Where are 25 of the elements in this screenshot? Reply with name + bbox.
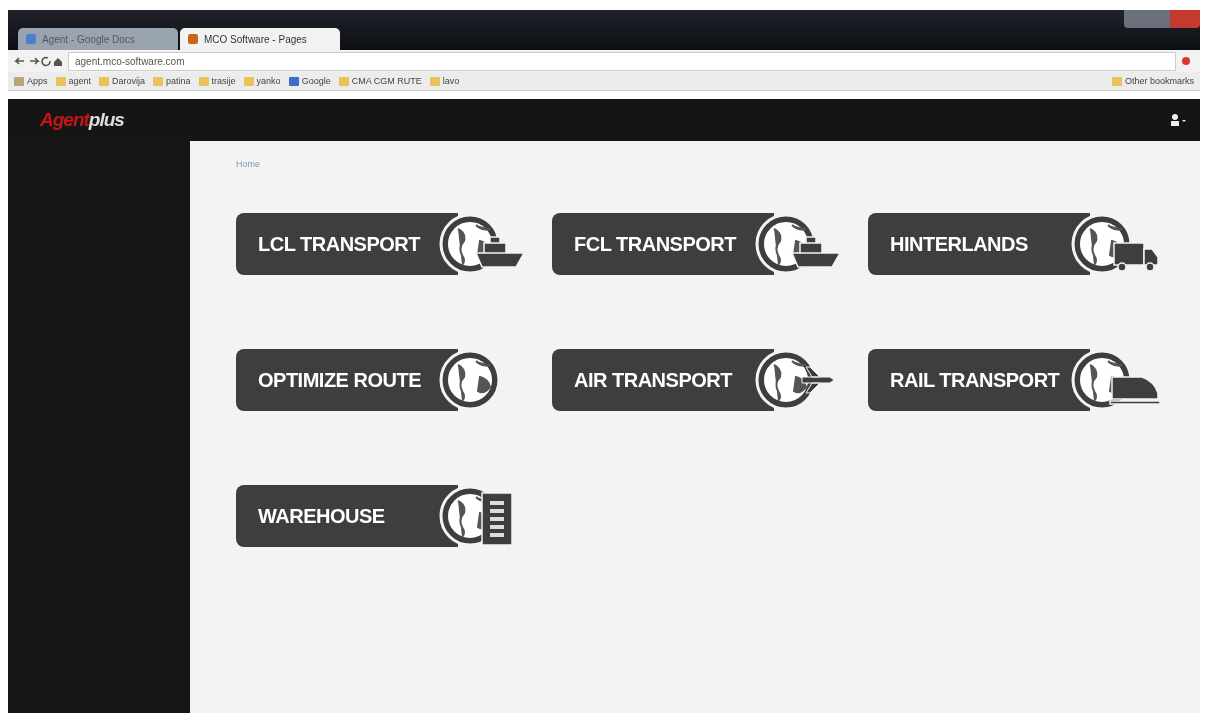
user-icon[interactable] (1170, 114, 1186, 126)
folder-icon (99, 76, 110, 86)
apps-icon (14, 76, 24, 86)
folder-icon (1111, 76, 1122, 86)
bookmark[interactable]: Apps (14, 76, 48, 86)
url-field[interactable]: agent.mco-software.com (68, 51, 1176, 71)
folder-icon (153, 76, 164, 86)
bookmark[interactable]: Other bookmarks (1111, 76, 1194, 86)
bookmark[interactable]: trasije (198, 76, 236, 86)
bookmark[interactable]: yanko (243, 76, 281, 86)
folder-icon (243, 76, 254, 86)
folder-icon (55, 76, 66, 86)
bookmark[interactable]: CMA CGM RUTE (338, 76, 422, 86)
site-icon (288, 76, 299, 86)
browser-tab[interactable]: MCO Software - Pages (180, 28, 340, 50)
bookmark[interactable]: agent (55, 76, 92, 86)
bookmark[interactable]: Darovija (99, 76, 146, 86)
nav-arrows-icon[interactable] (14, 55, 62, 67)
bookmark[interactable]: lavo (429, 76, 460, 86)
folder-icon (198, 76, 209, 86)
folder-icon (429, 76, 440, 86)
folder-icon (338, 76, 349, 86)
bookmark[interactable]: patina (153, 76, 191, 86)
app-logo[interactable]: Agentplus (40, 109, 124, 131)
bookmark[interactable]: Google (288, 76, 331, 86)
